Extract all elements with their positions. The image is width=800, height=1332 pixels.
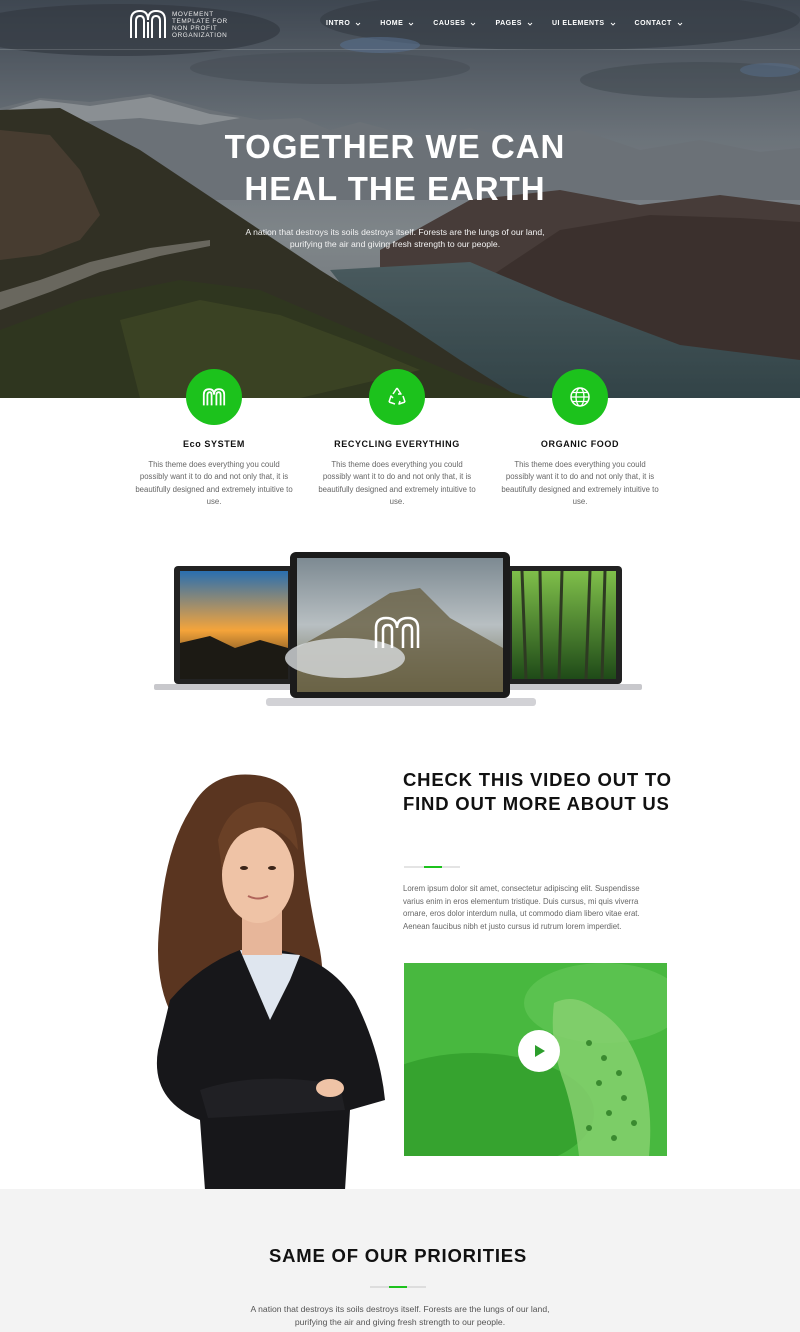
- feature-title: ORGANIC FOOD: [540, 439, 620, 449]
- priorities-text: A nation that destroys its soils destroy…: [250, 1304, 550, 1327]
- feature-organic-food: ORGANIC FOOD This theme does everything …: [490, 369, 670, 509]
- nav-item-home[interactable]: HOME: [380, 20, 414, 27]
- feature-text: This theme does everything you could pos…: [318, 460, 476, 507]
- hero-title-line-1: TOGETHER WE CAN: [224, 128, 566, 165]
- logo-text: MOVEMENT TEMPLATE FOR NON PROFIT ORGANIZ…: [172, 11, 228, 39]
- feature-eco-system: Eco SYSTEM This theme does everything yo…: [124, 369, 304, 509]
- top-navigation-bar: MOVEMENT TEMPLATE FOR NON PROFIT ORGANIZ…: [0, 0, 800, 50]
- woman-portrait-image: [156, 774, 385, 1190]
- feature-text: This theme does everything you could pos…: [135, 460, 293, 507]
- video-player[interactable]: [404, 963, 667, 1156]
- chevron-down-icon: [527, 22, 533, 26]
- hero-subtitle: A nation that destroys its soils destroy…: [245, 227, 545, 249]
- chevron-down-icon: [471, 22, 476, 26]
- chevron-down-icon: [677, 22, 683, 26]
- priorities-title: SAME OF OUR PRIORITIES: [268, 1245, 528, 1266]
- nav-label: CONTACT: [634, 20, 672, 27]
- section-divider-accent: [424, 866, 442, 868]
- nav-label: CAUSES: [433, 20, 466, 27]
- chevron-down-icon: [408, 22, 414, 26]
- laptop-devices-image: [154, 552, 642, 706]
- main-nav: INTRO HOME CAUSES PAGES UI ELEMENTS CONT…: [326, 20, 683, 27]
- hero-title-line-2: HEAL THE EARTH: [244, 170, 546, 207]
- feature-icon-circle: [186, 369, 242, 425]
- chevron-down-icon: [355, 22, 361, 26]
- feature-title: Eco SYSTEM: [182, 439, 245, 449]
- play-icon: [535, 1045, 545, 1057]
- nav-item-pages[interactable]: PAGES: [495, 20, 533, 27]
- movement-logo-icon: [202, 388, 226, 406]
- nav-label: HOME: [380, 20, 404, 27]
- video-section-text: Lorem ipsum dolor sit amet, consectetur …: [403, 884, 640, 931]
- globe-icon: [570, 387, 590, 407]
- play-button[interactable]: [518, 1030, 560, 1072]
- nav-label: UI ELEMENTS: [551, 20, 605, 27]
- feature-icon-circle: [369, 369, 425, 425]
- feature-text: This theme does everything you could pos…: [501, 460, 659, 507]
- priorities-divider-accent: [389, 1286, 407, 1288]
- recycle-icon: [388, 387, 406, 405]
- nav-label: PAGES: [495, 20, 522, 27]
- feature-title: RECYCLING EVERYTHING: [334, 439, 460, 449]
- feature-icon-circle: [552, 369, 608, 425]
- nav-label: INTRO: [326, 20, 351, 27]
- nav-item-ui-elements[interactable]: UI ELEMENTS: [552, 20, 616, 27]
- hero-section: MOVEMENT TEMPLATE FOR NON PROFIT ORGANIZ…: [0, 0, 800, 398]
- video-section-title: CHECK THIS VIDEO OUT TO FIND OUT MORE AB…: [403, 769, 672, 814]
- feature-recycling: RECYCLING EVERYTHING This theme does eve…: [307, 369, 487, 509]
- nav-item-causes[interactable]: CAUSES: [433, 20, 476, 27]
- movement-logo-icon[interactable]: [128, 8, 168, 40]
- nav-item-intro[interactable]: INTRO: [326, 20, 361, 27]
- hero-title: TOGETHER WE CAN HEAL THE EARTH: [0, 126, 790, 210]
- chevron-down-icon: [610, 22, 615, 26]
- nav-item-contact[interactable]: CONTACT: [635, 20, 683, 27]
